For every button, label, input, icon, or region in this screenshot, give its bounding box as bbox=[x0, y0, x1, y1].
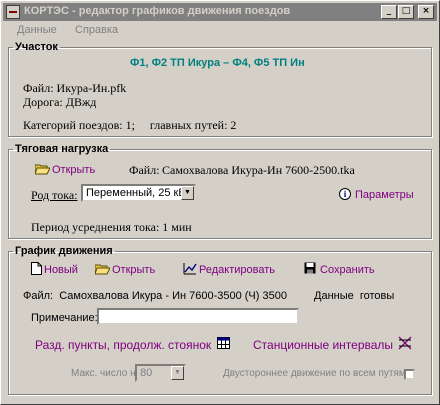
intervals-link[interactable]: Станционные интервалы bbox=[253, 338, 393, 352]
max-threads-value: 80 bbox=[140, 367, 153, 379]
stops-link[interactable]: Разд. пункты, продолж. стоянок bbox=[35, 338, 211, 352]
traction-file-label: Файл: bbox=[129, 163, 160, 177]
chevron-down-icon: ▼ bbox=[171, 366, 184, 380]
app-icon bbox=[6, 5, 20, 19]
note-label: Примечание: bbox=[31, 312, 98, 324]
bidirectional-label: Двустороннее движение по всем путям bbox=[223, 368, 406, 379]
schedule-save-link[interactable]: Сохранить bbox=[320, 264, 375, 276]
open-folder-icon[interactable] bbox=[94, 263, 111, 278]
window-title: КОРТЭС - редактор графиков движения поез… bbox=[24, 5, 291, 17]
schedule-open-link[interactable]: Открыть bbox=[112, 264, 155, 276]
schedule-edit-link[interactable]: Редактировать bbox=[199, 264, 275, 276]
title-bar[interactable]: КОРТЭС - редактор графиков движения поез… bbox=[3, 3, 437, 21]
info-icon[interactable]: i bbox=[339, 188, 351, 200]
traction-file-name: Самохвалова Икура-Ин 7600-2500.tka bbox=[162, 163, 355, 177]
section-road: Дорога: ДВжд bbox=[23, 95, 97, 109]
current-type-label: Род тока: bbox=[31, 188, 78, 202]
traction-open-link[interactable]: Открыть bbox=[52, 164, 95, 176]
section-file: Файл: Икура-Ин.pfk bbox=[23, 81, 127, 95]
open-folder-icon[interactable] bbox=[34, 163, 51, 178]
edit-chart-icon[interactable] bbox=[183, 262, 197, 278]
max-threads-select: 80 ▼ bbox=[135, 364, 186, 382]
chevron-down-icon[interactable]: ▼ bbox=[181, 186, 194, 200]
section-legend: Участок bbox=[15, 41, 58, 53]
route-title: Ф1, Ф2 ТП Икура – Ф4, Ф5 ТП Ин bbox=[130, 57, 305, 69]
traction-legend: Тяговая нагрузка bbox=[15, 143, 109, 155]
table-icon[interactable] bbox=[217, 337, 230, 352]
schedule-new-link[interactable]: Новый bbox=[44, 264, 78, 276]
schedule-status: Данные готовы bbox=[314, 290, 395, 302]
main-window: КОРТЭС - редактор графиков движения поез… bbox=[0, 0, 440, 405]
intervals-icon[interactable] bbox=[398, 336, 412, 353]
current-type-value: Переменный, 25 кВ bbox=[86, 187, 186, 199]
parameters-link[interactable]: Параметры bbox=[355, 189, 414, 201]
save-disk-icon[interactable] bbox=[304, 262, 316, 277]
menu-help[interactable]: Справка bbox=[75, 24, 118, 36]
current-type-select[interactable]: Переменный, 25 кВ ▼ bbox=[81, 184, 196, 202]
note-input[interactable] bbox=[97, 308, 299, 325]
menu-bar: Данные Справка bbox=[3, 22, 437, 40]
section-stats: Категорий поездов: 1; главных путей: 2 bbox=[23, 118, 237, 132]
schedule-legend: График движения bbox=[15, 245, 113, 257]
menu-data[interactable]: Данные bbox=[17, 24, 57, 36]
minimize-button[interactable]: _ bbox=[381, 5, 397, 19]
averaging-period: Период усреднения тока: 1 мин bbox=[31, 220, 192, 234]
bidirectional-checkbox[interactable] bbox=[404, 369, 415, 380]
close-button[interactable]: × bbox=[418, 5, 434, 19]
schedule-file: Файл: Самохвалова Икура - Ин 7600-3500 (… bbox=[23, 290, 287, 302]
maximize-button[interactable]: □ bbox=[398, 5, 414, 19]
new-file-icon[interactable] bbox=[31, 262, 42, 278]
